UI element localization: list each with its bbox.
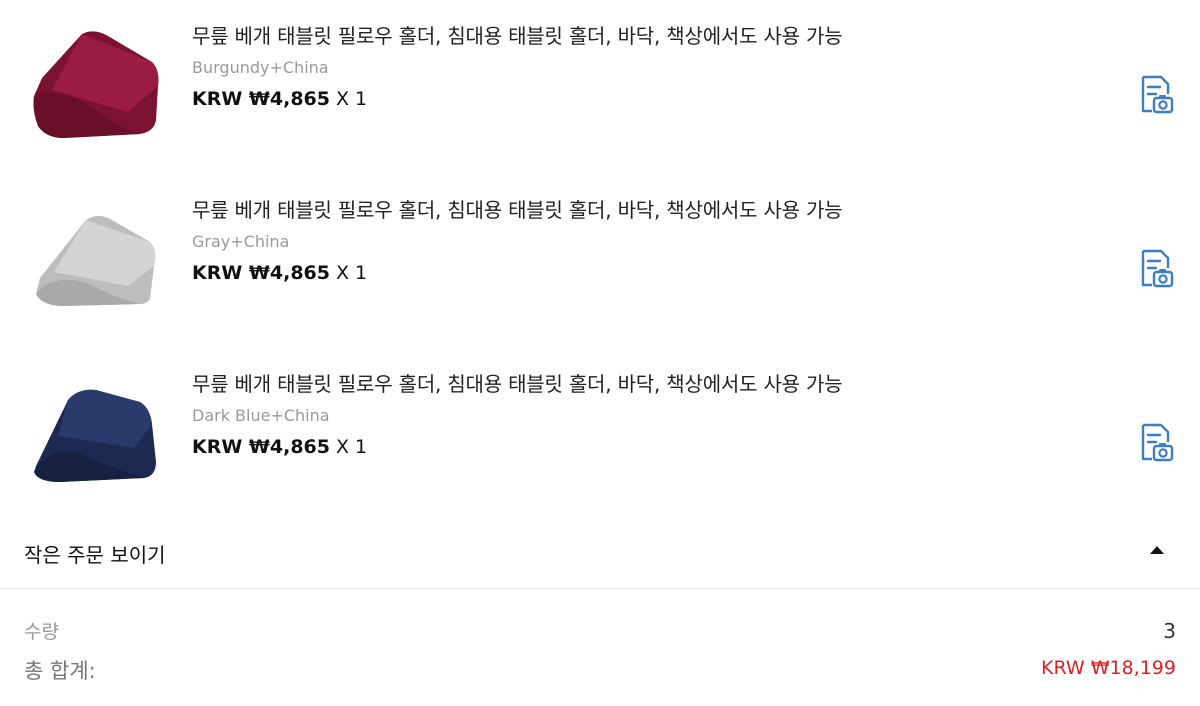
product-variant: Gray+China — [192, 232, 290, 251]
product-price-line: KRW ₩4,865 X 1 — [192, 262, 367, 284]
show-fewer-orders-toggle[interactable]: 작은 주문 보이기 — [0, 522, 1200, 589]
product-price: KRW ₩4,865 — [192, 436, 330, 458]
order-item: 무릎 베개 태블릿 필로우 홀더, 침대용 태블릿 홀더, 바닥, 책상에서도 … — [0, 174, 1200, 348]
product-image-burgundy[interactable] — [24, 0, 172, 168]
total-label: 총 합계: — [24, 659, 96, 683]
product-variant: Burgundy+China — [192, 58, 329, 77]
product-title[interactable]: 무릎 베개 태블릿 필로우 홀더, 침대용 태블릿 홀더, 바닥, 책상에서도 … — [192, 194, 843, 223]
order-details-page: 무릎 베개 태블릿 필로우 홀더, 침대용 태블릿 홀더, 바닥, 책상에서도 … — [0, 0, 1200, 706]
product-price: KRW ₩4,865 — [192, 88, 330, 110]
product-quantity: X 1 — [335, 88, 368, 110]
product-title[interactable]: 무릎 베개 태블릿 필로우 홀더, 침대용 태블릿 홀더, 바닥, 책상에서도 … — [192, 20, 843, 49]
caret-up-icon[interactable] — [1150, 546, 1164, 554]
product-variant: Dark Blue+China — [192, 406, 330, 425]
receipt-camera-icon[interactable] — [1136, 248, 1176, 290]
product-quantity: X 1 — [335, 262, 368, 284]
order-summary: 수량 3 총 합계: KRW ₩18,199 — [0, 589, 1200, 706]
quantity-label: 수량 — [24, 621, 59, 643]
total-value: KRW ₩18,199 — [1041, 657, 1176, 679]
receipt-camera-icon[interactable] — [1136, 422, 1176, 464]
receipt-camera-icon[interactable] — [1136, 74, 1176, 116]
order-item-list: 무릎 베개 태블릿 필로우 홀더, 침대용 태블릿 홀더, 바닥, 책상에서도 … — [0, 0, 1200, 516]
product-image-gray[interactable] — [24, 174, 172, 342]
product-image-dark-blue[interactable] — [24, 348, 172, 516]
product-title[interactable]: 무릎 베개 태블릿 필로우 홀더, 침대용 태블릿 홀더, 바닥, 책상에서도 … — [192, 368, 843, 397]
order-item: 무릎 베개 태블릿 필로우 홀더, 침대용 태블릿 홀더, 바닥, 책상에서도 … — [0, 348, 1200, 522]
order-item: 무릎 베개 태블릿 필로우 홀더, 침대용 태블릿 홀더, 바닥, 책상에서도 … — [0, 0, 1200, 174]
product-price-line: KRW ₩4,865 X 1 — [192, 436, 367, 458]
product-quantity: X 1 — [335, 436, 368, 458]
quantity-value: 3 — [1163, 619, 1176, 643]
product-price-line: KRW ₩4,865 X 1 — [192, 88, 367, 110]
product-price: KRW ₩4,865 — [192, 262, 330, 284]
toggle-label: 작은 주문 보이기 — [24, 543, 166, 567]
